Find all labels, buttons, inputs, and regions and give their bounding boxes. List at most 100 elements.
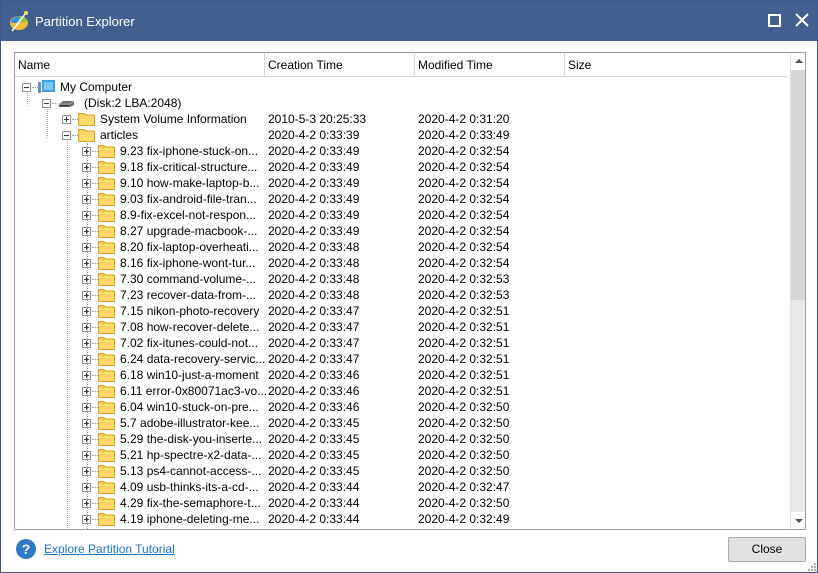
title-bar[interactable]: Partition Explorer	[1, 1, 817, 41]
scroll-down-arrow-icon[interactable]	[791, 512, 805, 529]
folder-icon	[98, 465, 115, 478]
creation-time: 2020-4-2 0:33:49	[268, 208, 360, 222]
tree-row-folder[interactable]: 7.08 how-recover-delete... 2020-4-2 0:33:…	[15, 319, 788, 335]
tree-row-folder[interactable]: 5.13 ps4-cannot-access-... 2020-4-2 0:33:…	[15, 463, 788, 479]
tree-row-folder[interactable]: 8.20 fix-laptop-overheati... 2020-4-2 0:3…	[15, 239, 788, 255]
tree-label: 8.20 fix-laptop-overheati...	[120, 240, 259, 254]
tree-row-folder[interactable]: 7.15 nikon-photo-recovery 2020-4-2 0:33:4…	[15, 303, 788, 319]
creation-time: 2020-4-2 0:33:48	[268, 272, 360, 286]
tree-row-folder[interactable]: 8.27 upgrade-macbook-... 2020-4-2 0:33:49…	[15, 223, 788, 239]
tree-row-folder[interactable]: 4.19 iphone-deleting-me... 2020-4-2 0:33:…	[15, 511, 788, 527]
tree-row-folder[interactable]: 5.21 hp-spectre-x2-data-... 2020-4-2 0:33…	[15, 447, 788, 463]
creation-time: 2020-4-2 0:33:49	[268, 224, 360, 238]
tree-row-folder[interactable]: 9.23 fix-iphone-stuck-on... 2020-4-2 0:33…	[15, 143, 788, 159]
tree-row-folder[interactable]: 8.9-fix-excel-not-respon... 2020-4-2 0:33…	[15, 207, 788, 223]
tree-row-folder[interactable]: 5.7 adobe-illustrator-kee... 2020-4-2 0:3…	[15, 415, 788, 431]
collapse-toggle[interactable]	[42, 99, 51, 108]
folder-icon	[98, 353, 115, 366]
tree-label: 6.24 data-recovery-servic...	[120, 352, 266, 366]
column-header-name[interactable]: Name	[15, 53, 265, 76]
modified-time: 2020-4-2 0:32:54	[418, 144, 510, 158]
folder-icon	[98, 337, 115, 350]
creation-time: 2020-4-2 0:33:44	[268, 527, 359, 529]
tree-row-folder[interactable]: 4.29 fix-the-semaphore-t... 2020-4-2 0:33…	[15, 495, 788, 511]
column-header-modified-time[interactable]: Modified Time	[415, 53, 565, 76]
tree-row-folder[interactable]: 9.18 fix-critical-structure... 2020-4-2 0…	[15, 159, 788, 175]
modified-time: 2020-4-2 0:32:54	[418, 192, 510, 206]
creation-time: 2020-4-2 0:33:45	[268, 416, 360, 430]
tree-row-folder[interactable]: 6.11 error-0x80071ac3-vo... 2020-4-2 0:33…	[15, 383, 788, 399]
modified-time: 2020-4-2 0:32:53	[418, 288, 510, 302]
modified-time: 2020-4-2 0:32:50	[418, 448, 510, 462]
folder-icon	[98, 497, 115, 510]
close-icon[interactable]	[793, 11, 811, 29]
column-header-creation-time[interactable]: Creation Time	[265, 53, 415, 76]
drive-icon	[59, 100, 75, 107]
tree-label: 9.03 fix-android-file-tran...	[120, 192, 257, 206]
column-header-size[interactable]: Size	[565, 53, 788, 76]
folder-icon	[98, 145, 115, 158]
tree-row-folder[interactable]: 7.02 fix-itunes-could-not... 2020-4-2 0:3…	[15, 335, 788, 351]
collapse-toggle[interactable]	[62, 131, 71, 140]
tree-label: 8.16 fix-iphone-wont-tur...	[120, 256, 256, 270]
tree-row-folder[interactable]: 4.11 ... 2020-4-2 0:33:44 2020-4-2 0:32:49	[15, 527, 788, 529]
tree-label: System Volume Information	[100, 112, 247, 126]
tree-row-disk[interactable]: (Disk:2 LBA:2048)	[15, 95, 788, 111]
tree-row-folder[interactable]: 9.03 fix-android-file-tran... 2020-4-2 0:…	[15, 191, 788, 207]
creation-time: 2020-4-2 0:33:44	[268, 496, 360, 510]
resize-grip-icon[interactable]	[807, 562, 817, 572]
tree-label: 5.29 the-disk-you-inserte...	[120, 432, 263, 446]
expand-toggle[interactable]	[62, 115, 71, 124]
folder-icon	[98, 305, 115, 318]
tree-row-folder[interactable]: 4.09 usb-thinks-its-a-cd-... 2020-4-2 0:3…	[15, 479, 788, 495]
tree-label: 9.10 how-make-laptop-b...	[120, 176, 260, 190]
tree-row-folder[interactable]: 5.29 the-disk-you-inserte... 2020-4-2 0:3…	[15, 431, 788, 447]
modified-time: 2020-4-2 0:32:50	[418, 400, 510, 414]
tree-label: 4.29 fix-the-semaphore-t...	[120, 496, 261, 510]
explore-partition-tutorial-link[interactable]: Explore Partition Tutorial	[44, 542, 175, 556]
creation-time: 2020-4-2 0:33:45	[268, 432, 360, 446]
tree-row-folder[interactable]: 8.16 fix-iphone-wont-tur... 2020-4-2 0:33…	[15, 255, 788, 271]
folder-icon	[98, 417, 115, 430]
tree-label: 4.09 usb-thinks-its-a-cd-...	[120, 480, 259, 494]
modified-time: 2020-4-2 0:32:50	[418, 496, 510, 510]
tree-label: 5.7 adobe-illustrator-kee...	[120, 416, 260, 430]
modified-time: 2020-4-2 0:32:51	[418, 368, 510, 382]
svg-text:?: ?	[22, 541, 31, 557]
tree-label: 7.30 command-volume-...	[120, 272, 257, 286]
folder-icon	[98, 209, 115, 222]
tree-row-system-volume-information[interactable]: System Volume Information 2010-5-3 20:25…	[15, 111, 788, 127]
folder-icon	[98, 193, 115, 206]
tree-label: 6.11 error-0x80071ac3-vo...	[120, 384, 268, 398]
modified-time: 2020-4-2 0:32:53	[418, 272, 510, 286]
modified-time: 2020-4-2 0:32:51	[418, 384, 510, 398]
modified-time: 2020-4-2 0:32:50	[418, 416, 510, 430]
folder-icon	[98, 177, 115, 190]
modified-time: 2020-4-2 0:33:49	[418, 128, 510, 142]
modified-time: 2020-4-2 0:32:50	[418, 432, 510, 446]
collapse-toggle[interactable]	[22, 83, 31, 92]
folder-icon	[98, 385, 115, 398]
creation-time: 2020-4-2 0:33:47	[268, 320, 360, 334]
tree-row-my-computer[interactable]: My Computer	[15, 79, 788, 95]
tree-row-folder[interactable]: 7.30 command-volume-... 2020-4-2 0:33:48 2…	[15, 271, 788, 287]
maximize-icon[interactable]	[768, 14, 781, 27]
tree-row-folder[interactable]: 6.18 win10-just-a-moment 2020-4-2 0:33:46…	[15, 367, 788, 383]
creation-time: 2020-4-2 0:33:48	[268, 240, 360, 254]
creation-time: 2020-4-2 0:33:46	[268, 368, 360, 382]
column-header-row: Name Creation Time Modified Time Size	[15, 53, 788, 77]
help-icon[interactable]: ?	[15, 538, 37, 560]
tree-row-folder[interactable]: 6.24 data-recovery-servic... 2020-4-2 0:3…	[15, 351, 788, 367]
tree-row-folder[interactable]: 7.23 recover-data-from-... 2020-4-2 0:33:…	[15, 287, 788, 303]
partition-explorer-window: Partition Explorer Name Creation Time Mo…	[0, 0, 818, 573]
tree-row-folder[interactable]: 6.04 win10-stuck-on-pre... 2020-4-2 0:33:…	[15, 399, 788, 415]
creation-time: 2020-4-2 0:33:45	[268, 464, 360, 478]
tree-label: 8.9-fix-excel-not-respon...	[120, 208, 257, 222]
tree-row-folder[interactable]: 9.10 how-make-laptop-b... 2020-4-2 0:33:4…	[15, 175, 788, 191]
scroll-up-arrow-icon[interactable]	[791, 53, 805, 70]
tree-row-articles[interactable]: articles 2020-4-2 0:33:39 2020-4-2 0:33:…	[15, 127, 788, 143]
modified-time: 2020-4-2 0:32:54	[418, 208, 510, 222]
scrollbar-thumb[interactable]	[791, 70, 805, 300]
vertical-scrollbar[interactable]	[790, 53, 805, 529]
close-button[interactable]: Close	[728, 537, 806, 562]
